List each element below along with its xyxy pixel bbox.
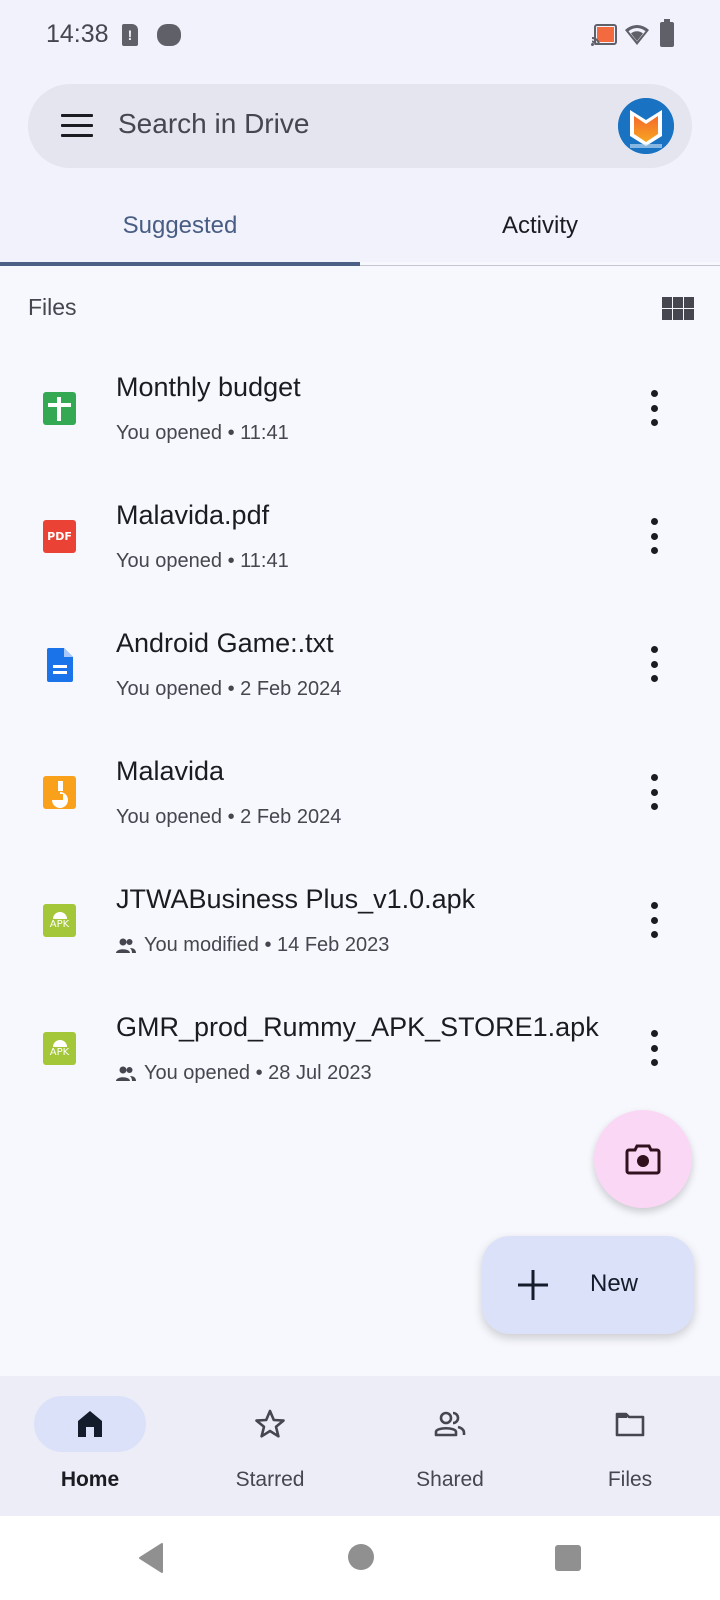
grid-view-icon[interactable]: [662, 297, 694, 321]
file-meta: You opened • 11:41: [116, 550, 289, 573]
file-row[interactable]: Monthly budget You opened • 11:41: [0, 350, 720, 478]
sheets-file-icon: [43, 392, 76, 425]
cast-icon: [591, 24, 617, 46]
apk-icon-label: APK: [49, 1046, 70, 1058]
files-section-title: Files: [28, 294, 77, 320]
file-meta: You opened • 11:41: [116, 422, 289, 445]
back-icon[interactable]: [137, 1542, 165, 1574]
nav-label: Shared: [416, 1468, 484, 1491]
more-options-icon[interactable]: [646, 774, 662, 810]
file-name: GMR_prod_Rummy_APK_STORE1.apk: [116, 1012, 599, 1042]
status-time: 14:38: [46, 20, 109, 48]
file-meta-text: You opened • 2 Feb 2024: [116, 806, 342, 828]
pdf-icon-label: PDF: [47, 530, 72, 543]
more-options-icon[interactable]: [646, 390, 662, 426]
tab-active-indicator: [0, 262, 360, 266]
file-name: Malavida.pdf: [116, 500, 270, 530]
recents-icon[interactable]: [555, 1545, 581, 1571]
apk-file-icon: APK: [43, 904, 76, 937]
nav-shared[interactable]: Shared: [360, 1376, 540, 1516]
notification-dot-icon: [157, 24, 181, 46]
more-options-icon[interactable]: [646, 518, 662, 554]
apk-icon-label: APK: [49, 918, 70, 930]
shared-people-icon: [116, 1066, 136, 1081]
file-row[interactable]: PDF Malavida.pdf You opened • 11:41: [0, 478, 720, 606]
file-meta-text: You modified • 14 Feb 2023: [144, 934, 390, 956]
scan-camera-button[interactable]: [594, 1110, 692, 1208]
file-name: Malavida: [116, 756, 225, 786]
more-options-icon[interactable]: [646, 646, 662, 682]
new-button-label: New: [590, 1270, 639, 1297]
nav-label: Starred: [235, 1468, 305, 1491]
tab-suggested[interactable]: Suggested: [0, 186, 360, 266]
home-icon: [78, 1411, 102, 1437]
file-meta: You opened • 28 Jul 2023: [116, 1062, 372, 1085]
folder-icon: [615, 1412, 645, 1437]
wifi-icon: [625, 25, 649, 45]
nav-label: Home: [60, 1468, 120, 1491]
file-meta-text: You opened • 2 Feb 2024: [116, 678, 342, 700]
hamburger-menu-icon[interactable]: [61, 114, 93, 138]
shared-people-icon: [434, 1411, 466, 1437]
system-navigation-bar: [0, 1516, 720, 1600]
pdf-file-icon: PDF: [43, 520, 76, 553]
file-row[interactable]: Malavida You opened • 2 Feb 2024: [0, 734, 720, 862]
search-bar[interactable]: Search in Drive: [28, 84, 692, 168]
more-options-icon[interactable]: [646, 1030, 662, 1066]
tab-activity[interactable]: Activity: [360, 186, 720, 266]
file-meta-text: You opened • 28 Jul 2023: [144, 1062, 372, 1084]
android-icon: [52, 911, 67, 919]
file-meta: You opened • 2 Feb 2024: [116, 806, 341, 829]
more-options-icon[interactable]: [646, 902, 662, 938]
file-row[interactable]: APK GMR_prod_Rummy_APK_STORE1.apk You op…: [0, 990, 720, 1118]
file-row[interactable]: APK JTWABusiness Plus_v1.0.apk You modif…: [0, 862, 720, 990]
status-bar: 14:38 !: [0, 0, 720, 72]
account-avatar[interactable]: [618, 98, 674, 154]
file-name: Monthly budget: [116, 372, 301, 402]
file-meta-text: You opened • 11:41: [116, 422, 289, 444]
camera-icon: [625, 1144, 661, 1175]
apk-file-icon: APK: [43, 1032, 76, 1065]
slides-file-icon: [43, 776, 76, 809]
new-button[interactable]: New: [482, 1236, 694, 1334]
malavida-logo-icon: [618, 98, 674, 154]
file-meta: You modified • 14 Feb 2023: [116, 934, 389, 957]
sim-alert-icon: !: [122, 24, 138, 46]
nav-starred[interactable]: Starred: [180, 1376, 360, 1516]
file-meta-text: You opened • 11:41: [116, 550, 289, 572]
file-name: JTWABusiness Plus_v1.0.apk: [116, 884, 476, 914]
file-name: Android Game:.txt: [116, 628, 334, 658]
tab-bar: Suggested Activity: [0, 186, 720, 266]
battery-icon: [660, 19, 674, 47]
nav-files[interactable]: Files: [540, 1376, 720, 1516]
home-system-icon[interactable]: [348, 1544, 374, 1570]
android-icon: [52, 1039, 67, 1047]
shared-people-icon: [116, 938, 136, 953]
docs-file-icon: [43, 647, 76, 682]
file-row[interactable]: Android Game:.txt You opened • 2 Feb 202…: [0, 606, 720, 734]
plus-icon: [518, 1270, 548, 1300]
file-list: Monthly budget You opened • 11:41 PDF Ma…: [0, 350, 720, 1118]
file-meta: You opened • 2 Feb 2024: [116, 678, 341, 701]
nav-label: Files: [607, 1468, 653, 1491]
nav-home[interactable]: Home: [0, 1376, 180, 1516]
search-input[interactable]: Search in Drive: [118, 108, 309, 140]
star-icon: [255, 1409, 285, 1438]
bottom-navigation: Home Starred Shared Files: [0, 1376, 720, 1516]
